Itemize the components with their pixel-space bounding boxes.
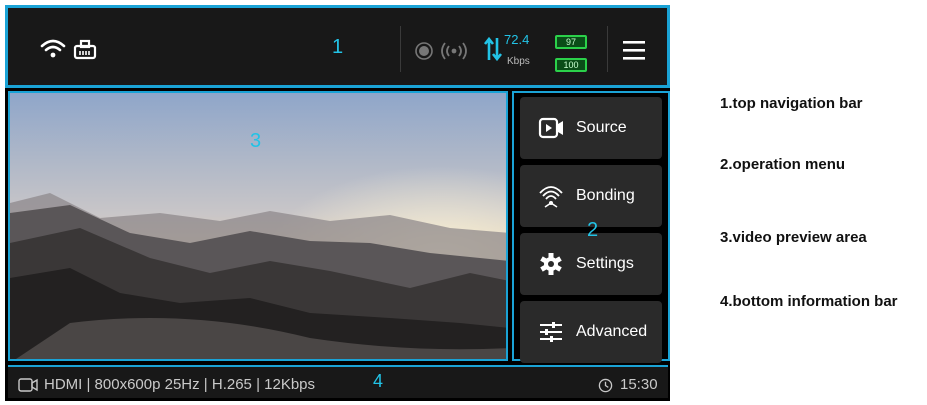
section-number-4: 4 <box>373 371 384 391</box>
legend-item-operation-menu: 2.operation menu <box>720 156 846 173</box>
video-source-icon <box>538 117 563 139</box>
sliders-icon <box>540 322 562 342</box>
battery-1-indicator: 97 <box>555 35 587 49</box>
legend-item-bottom-information-bar: 4.bottom information bar <box>720 293 898 310</box>
camera-icon <box>18 378 38 392</box>
legend-item-top-navigation-bar: 1.top navigation bar <box>720 95 863 112</box>
legend-item-video-preview-area: 3.video preview area <box>720 229 867 246</box>
upload-download-icon <box>483 36 503 62</box>
section-number-1: 1 <box>332 36 344 58</box>
bitrate-unit: Kbps <box>507 56 530 67</box>
advanced-label: Advanced <box>576 323 648 340</box>
bonding-signal-icon <box>539 186 563 208</box>
broadcast-icon[interactable] <box>440 40 468 62</box>
divider <box>400 26 401 72</box>
battery-2-indicator: 100 <box>555 58 587 72</box>
settings-button[interactable]: Settings <box>520 233 662 295</box>
ethernet-icon <box>73 39 97 60</box>
section-number-3: 3 <box>250 130 262 152</box>
advanced-button[interactable]: Advanced <box>520 301 662 363</box>
settings-label: Settings <box>576 255 634 272</box>
wifi-icon <box>40 39 66 58</box>
clock-time: 15:30 <box>620 376 658 393</box>
bitrate-value: 72.4 <box>504 32 530 47</box>
source-button[interactable]: Source <box>520 97 662 159</box>
gear-icon <box>540 253 562 275</box>
top-navigation-bar: 1 72.4 Kbps 97 100 <box>5 5 670 88</box>
divider <box>607 26 608 72</box>
section-number-2: 2 <box>587 219 599 241</box>
clock-icon <box>598 378 613 393</box>
bottom-information-bar: HDMI | 800x600p 25Hz | H.265 | 12Kbps 4 … <box>8 365 668 398</box>
bonding-button[interactable]: Bonding <box>520 165 662 227</box>
record-icon[interactable] <box>415 42 433 60</box>
device-screen: 1 72.4 Kbps 97 100 3 Source Bonding Sett… <box>5 5 670 401</box>
stream-info-text: HDMI | 800x600p 25Hz | H.265 | 12Kbps <box>44 376 316 393</box>
bonding-label: Bonding <box>576 187 635 204</box>
source-label: Source <box>576 119 627 136</box>
hamburger-menu-icon[interactable] <box>621 38 647 62</box>
